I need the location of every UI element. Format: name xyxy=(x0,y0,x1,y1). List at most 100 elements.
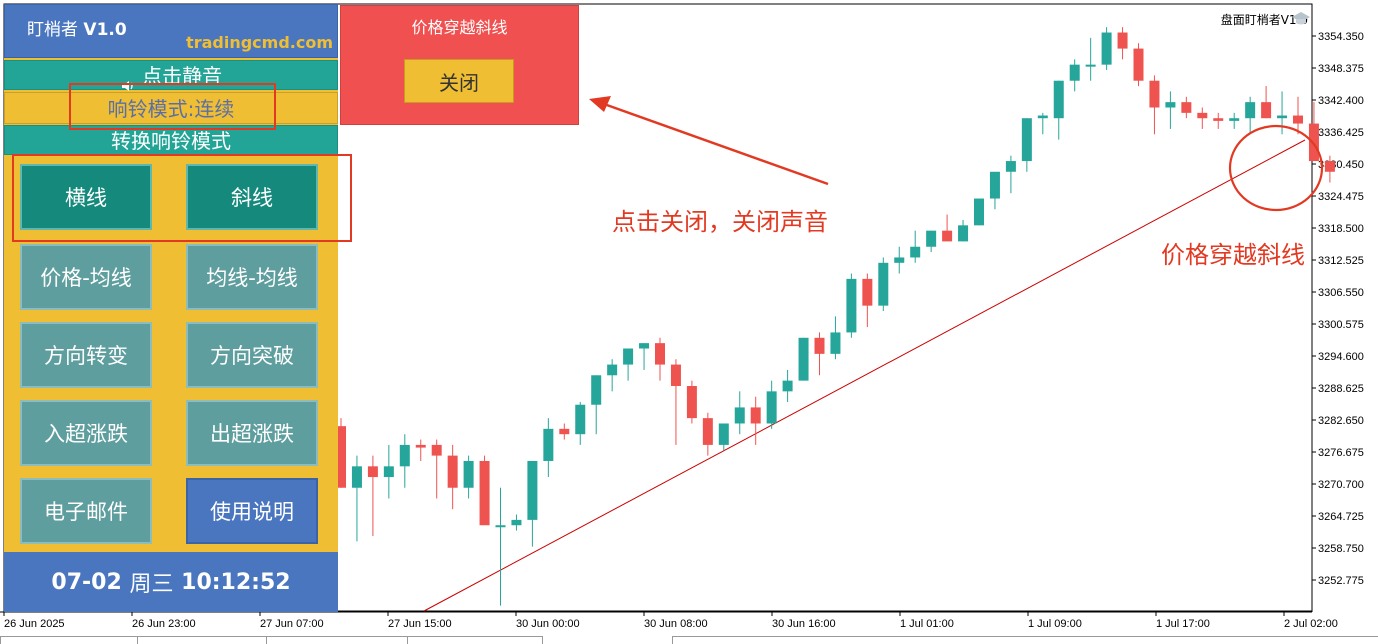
time-tick-label: 1 Jul 09:00 xyxy=(1028,618,1082,630)
candle-body xyxy=(894,257,905,263)
clock: 07-02 周三 10:12:52 xyxy=(4,552,338,612)
candle-body xyxy=(926,230,937,247)
price-tick-label: 3318.500 xyxy=(1318,223,1364,235)
graduation-cap-icon xyxy=(1292,12,1310,25)
help-button[interactable]: 使用说明 xyxy=(186,478,318,544)
price-tick-label: 3276.675 xyxy=(1318,447,1364,459)
time-tick-label: 30 Jun 16:00 xyxy=(772,618,836,630)
candle-body xyxy=(383,466,394,478)
price-ma-button[interactable]: 价格-均线 xyxy=(20,244,152,310)
alert-popup: 价格穿越斜线 关闭 xyxy=(340,5,579,125)
candle-body xyxy=(798,337,809,381)
time-tick-label: 1 Jul 01:00 xyxy=(900,618,954,630)
time-tick-label: 30 Jun 00:00 xyxy=(516,618,580,630)
price-tick-label: 3270.700 xyxy=(1318,479,1364,491)
candle-body xyxy=(1085,64,1096,67)
candle-body xyxy=(1021,118,1032,162)
candle-body xyxy=(543,428,554,461)
price-tick-label: 3330.450 xyxy=(1318,159,1364,171)
candle-body xyxy=(846,278,857,333)
candle-body xyxy=(910,246,921,258)
candle-body xyxy=(431,444,442,456)
enter-overbought-button[interactable]: 入超涨跌 xyxy=(20,400,152,466)
price-tick-label: 3294.600 xyxy=(1318,351,1364,363)
candle-body xyxy=(399,444,410,467)
price-tick-label: 3300.575 xyxy=(1318,319,1364,331)
candle-body xyxy=(1005,161,1016,172)
candle-body xyxy=(463,460,474,488)
close-alert-button[interactable]: 关闭 xyxy=(404,59,514,103)
candle-body xyxy=(1213,118,1224,121)
clock-time: 10:12:52 xyxy=(181,569,291,595)
time-tick-label: 30 Jun 08:00 xyxy=(644,618,708,630)
candle-body xyxy=(670,364,681,386)
time-tick-label: 27 Jun 15:00 xyxy=(388,618,452,630)
candle-body xyxy=(655,343,665,365)
candle-body xyxy=(495,525,506,528)
candle-body xyxy=(686,385,697,419)
candle-body xyxy=(511,519,522,526)
candle-body xyxy=(718,423,729,445)
direction-change-button[interactable]: 方向转变 xyxy=(20,322,152,388)
candle-body xyxy=(989,171,1000,199)
candle-body xyxy=(575,404,586,435)
candle-body xyxy=(1293,115,1303,124)
candle-body xyxy=(1117,32,1128,49)
price-tick-label: 3282.650 xyxy=(1318,415,1364,427)
ma-ma-button[interactable]: 均线-均线 xyxy=(186,244,318,310)
price-tick-label: 3324.475 xyxy=(1318,191,1364,203)
candle-body xyxy=(830,332,841,354)
candle-body xyxy=(702,418,713,445)
annotation-click-close: 点击关闭，关闭声音 xyxy=(612,208,828,236)
site-link[interactable]: tradingcmd.com xyxy=(186,33,333,52)
candle-body xyxy=(1133,48,1144,81)
candle-body xyxy=(782,380,793,392)
candle-body xyxy=(814,337,825,354)
exit-overbought-button[interactable]: 出超涨跌 xyxy=(186,400,318,466)
candle-body xyxy=(479,460,490,526)
email-button[interactable]: 电子邮件 xyxy=(20,478,152,544)
candle-body xyxy=(1165,102,1176,108)
candle-body xyxy=(1181,102,1192,113)
price-tick-label: 3264.725 xyxy=(1318,511,1364,523)
bottom-tabs xyxy=(0,636,1378,644)
price-tick-label: 3354.350 xyxy=(1318,31,1364,43)
time-tick-label: 2 Jul 02:00 xyxy=(1284,618,1338,630)
price-tick-label: 3348.375 xyxy=(1318,63,1364,75)
time-tick-label: 26 Jun 2025 xyxy=(4,618,65,630)
candle-body xyxy=(1245,102,1256,119)
candle-body xyxy=(1069,64,1080,81)
candle-body xyxy=(750,407,761,424)
candle-body xyxy=(351,466,362,488)
alert-title: 价格穿越斜线 xyxy=(411,18,508,37)
candle-body xyxy=(591,375,602,405)
price-tick-label: 3288.625 xyxy=(1318,383,1364,395)
candle-body xyxy=(1101,32,1112,65)
candle-body xyxy=(734,407,745,424)
price-tick-label: 3252.775 xyxy=(1318,575,1364,587)
price-tick-label: 3336.425 xyxy=(1318,127,1364,139)
app-version: V1.0 xyxy=(83,20,127,40)
annotation-cross: 价格穿越斜线 xyxy=(1161,241,1305,269)
price-tick-label: 3312.525 xyxy=(1318,255,1364,267)
candle-body xyxy=(639,343,650,349)
candle-body xyxy=(607,364,618,376)
candle-body xyxy=(1277,115,1288,119)
clock-date: 07-02 xyxy=(51,569,122,595)
candle-body xyxy=(447,455,458,488)
time-tick-label: 26 Jun 23:00 xyxy=(132,618,196,630)
candle-body xyxy=(862,278,873,306)
candle-body xyxy=(1261,102,1272,119)
direction-breakout-button[interactable]: 方向突破 xyxy=(186,322,318,388)
candle-body xyxy=(878,262,889,306)
price-tick-label: 3306.550 xyxy=(1318,287,1364,299)
candle-body xyxy=(942,230,953,242)
candle-body xyxy=(1324,161,1335,172)
time-tick-label: 1 Jul 17:00 xyxy=(1156,618,1210,630)
candle-body xyxy=(1149,80,1160,108)
candle-body xyxy=(1308,123,1319,162)
candle-body xyxy=(527,460,538,520)
candle-body xyxy=(958,225,969,242)
candle-body xyxy=(415,444,426,448)
buttons-highlight-box xyxy=(12,154,352,242)
